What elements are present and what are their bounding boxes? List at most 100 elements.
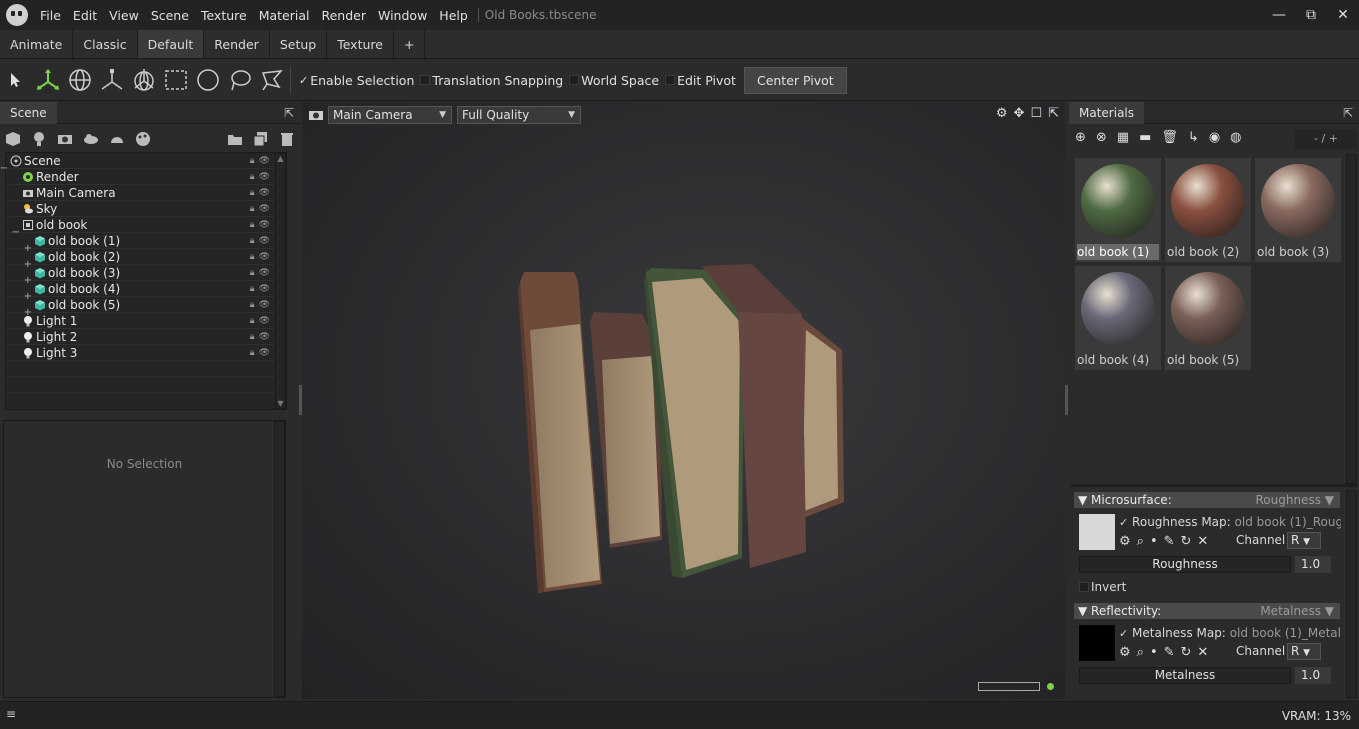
dropper-icon[interactable]: •	[1150, 534, 1158, 549]
eye-icon[interactable]: 👁︎	[259, 204, 274, 214]
material-thumbnail[interactable]: old book (5)	[1165, 266, 1251, 370]
material-thumbnail[interactable]: old book (4)	[1075, 266, 1161, 370]
tree-item-old-book[interactable]: − old book 🔒︎👁︎	[6, 217, 286, 238]
lasso-select-icon[interactable]	[224, 64, 256, 96]
viewport[interactable]: Main Camera ▼ Full Quality ▼ ⚙ ✥ ☐ ⇱	[302, 102, 1065, 699]
add-material-icon[interactable]	[134, 130, 152, 148]
menu-window[interactable]: Window	[372, 8, 433, 23]
material-thumbnail[interactable]: old book (2)	[1165, 158, 1251, 262]
add-workspace-button[interactable]: +	[394, 30, 426, 58]
microsurface-header[interactable]: ▼ Microsurface: Roughness ▼	[1074, 492, 1340, 508]
lock-icon[interactable]: 🔒︎	[250, 252, 259, 262]
menu-texture[interactable]: Texture	[195, 8, 253, 23]
gear-icon[interactable]: ⚙	[1119, 534, 1131, 549]
search-icon[interactable]: ⌕	[1137, 645, 1144, 660]
close-icon[interactable]: ✕	[1197, 645, 1208, 660]
check-icon[interactable]: ✓	[1119, 516, 1128, 529]
add-light-icon[interactable]	[30, 130, 48, 148]
tree-item-light-2[interactable]: Light 2 🔒︎👁︎	[6, 329, 286, 345]
maximize-button[interactable]: ⧉	[1295, 7, 1327, 23]
quality-select[interactable]: Full Quality ▼	[457, 106, 581, 124]
lock-icon[interactable]: 🔒︎	[250, 300, 259, 310]
minimize-button[interactable]: —	[1263, 7, 1295, 23]
microsurface-mode-select[interactable]: Roughness ▼	[1255, 492, 1334, 508]
settings-gear-icon[interactable]: ⚙	[996, 106, 1008, 121]
tree-item-sky[interactable]: Sky 🔒︎👁︎	[6, 201, 286, 217]
popout-icon[interactable]: ⇱	[284, 106, 294, 120]
popout-icon[interactable]: ⇱	[1343, 106, 1353, 120]
assign-material-icon[interactable]: ↳	[1188, 130, 1199, 145]
tree-item-scene[interactable]: − Scene 🔒︎👁︎	[0, 153, 286, 174]
eye-icon[interactable]: 👁︎	[259, 268, 274, 278]
tab-texture[interactable]: Texture	[327, 30, 394, 58]
log-icon[interactable]: ≡	[6, 707, 16, 721]
roughness-map-value[interactable]: old book (1)_Roughness	[1235, 515, 1341, 529]
metalness-value-field[interactable]: 1.0	[1295, 667, 1331, 684]
trash-icon[interactable]	[278, 130, 296, 148]
eye-icon[interactable]: 👁︎	[259, 284, 274, 294]
translate-tool-icon[interactable]	[32, 64, 64, 96]
eye-icon[interactable]: 👁︎	[259, 348, 274, 358]
materials-tab[interactable]: Materials	[1069, 101, 1145, 124]
edit-pivot-checkbox[interactable]: Edit Pivot	[665, 73, 736, 88]
trash-icon[interactable]: 🗑	[1161, 130, 1178, 145]
metalness-map-swatch[interactable]	[1079, 625, 1115, 661]
tab-animate[interactable]: Animate	[0, 30, 74, 58]
menu-scene[interactable]: Scene	[145, 8, 195, 23]
enable-selection-checkbox[interactable]: ✓ Enable Selection	[299, 73, 414, 88]
lock-icon[interactable]: 🔒︎	[250, 236, 259, 246]
tab-default[interactable]: Default	[137, 30, 205, 58]
tree-item-old-book-3[interactable]: + old book (3) 🔒︎👁︎	[6, 265, 286, 286]
select-material-icon[interactable]: ◉	[1209, 130, 1220, 145]
checker-icon[interactable]: ▦	[1117, 130, 1129, 145]
dropper-icon[interactable]: •	[1150, 645, 1158, 660]
move-view-icon[interactable]: ✥	[1014, 106, 1025, 121]
menu-file[interactable]: File	[34, 8, 67, 23]
metalness-channel-select[interactable]: R ▼	[1287, 643, 1321, 660]
maximize-view-icon[interactable]: ☐	[1030, 106, 1042, 121]
camera-icon[interactable]	[308, 108, 324, 122]
lock-icon[interactable]: 🔒︎	[250, 268, 259, 278]
duplicate-material-icon[interactable]: ⊗	[1096, 130, 1107, 145]
refresh-icon[interactable]: ↻	[1181, 534, 1192, 549]
select-tool-icon[interactable]	[0, 64, 32, 96]
eye-icon[interactable]: 👁︎	[259, 332, 274, 342]
material-counter[interactable]: - / +	[1295, 129, 1357, 149]
lock-icon[interactable]: 🔒︎	[250, 172, 259, 182]
lock-icon[interactable]: 🔒︎	[250, 188, 259, 198]
reflectivity-header[interactable]: ▼ Reflectivity: Metalness ▼	[1074, 603, 1340, 619]
properties-scrollbar[interactable]	[1346, 490, 1357, 698]
menu-render[interactable]: Render	[315, 8, 372, 23]
menu-edit[interactable]: Edit	[67, 8, 103, 23]
material-thumbnail[interactable]: old book (3)	[1255, 158, 1341, 262]
gear-icon[interactable]: ⚙	[1119, 645, 1131, 660]
folder-icon[interactable]	[226, 130, 244, 148]
lock-icon[interactable]: 🔒︎	[250, 332, 259, 342]
popout-icon[interactable]: ⇱	[1048, 106, 1059, 121]
circle-select-icon[interactable]	[192, 64, 224, 96]
search-icon[interactable]: ⌕	[1137, 534, 1144, 549]
tree-item-main-camera[interactable]: Main Camera 🔒︎👁︎	[6, 185, 286, 201]
roughness-map-swatch[interactable]	[1079, 514, 1115, 550]
tab-classic[interactable]: Classic	[73, 30, 138, 58]
folder-icon[interactable]: ▬	[1139, 130, 1151, 145]
materials-scrollbar[interactable]	[1346, 154, 1357, 484]
eye-icon[interactable]: 👁︎	[259, 188, 274, 198]
tree-item-old-book-1[interactable]: + old book (1) 🔒︎👁︎	[6, 233, 286, 254]
add-sky-icon[interactable]	[82, 130, 100, 148]
roughness-slider[interactable]: Roughness	[1079, 556, 1291, 573]
rect-select-icon[interactable]	[160, 64, 192, 96]
scene-tab[interactable]: Scene	[0, 101, 57, 124]
export-material-icon[interactable]: ◍	[1230, 130, 1241, 145]
menu-help[interactable]: Help	[433, 8, 474, 23]
add-material-icon[interactable]: ⊕	[1075, 130, 1086, 145]
properties-scrollbar[interactable]	[274, 421, 285, 697]
eye-icon[interactable]: 👁︎	[259, 156, 274, 166]
tree-item-old-book-5[interactable]: + old book (5) 🔒︎👁︎	[6, 297, 286, 318]
eye-icon[interactable]: 👁︎	[259, 300, 274, 310]
tree-item-old-book-4[interactable]: + old book (4) 🔒︎👁︎	[6, 281, 286, 302]
lock-icon[interactable]: 🔒︎	[250, 220, 259, 230]
tree-item-old-book-2[interactable]: + old book (2) 🔒︎👁︎	[6, 249, 286, 270]
splitter-handle[interactable]	[1065, 385, 1068, 415]
reflectivity-mode-select[interactable]: Metalness ▼	[1260, 603, 1334, 619]
